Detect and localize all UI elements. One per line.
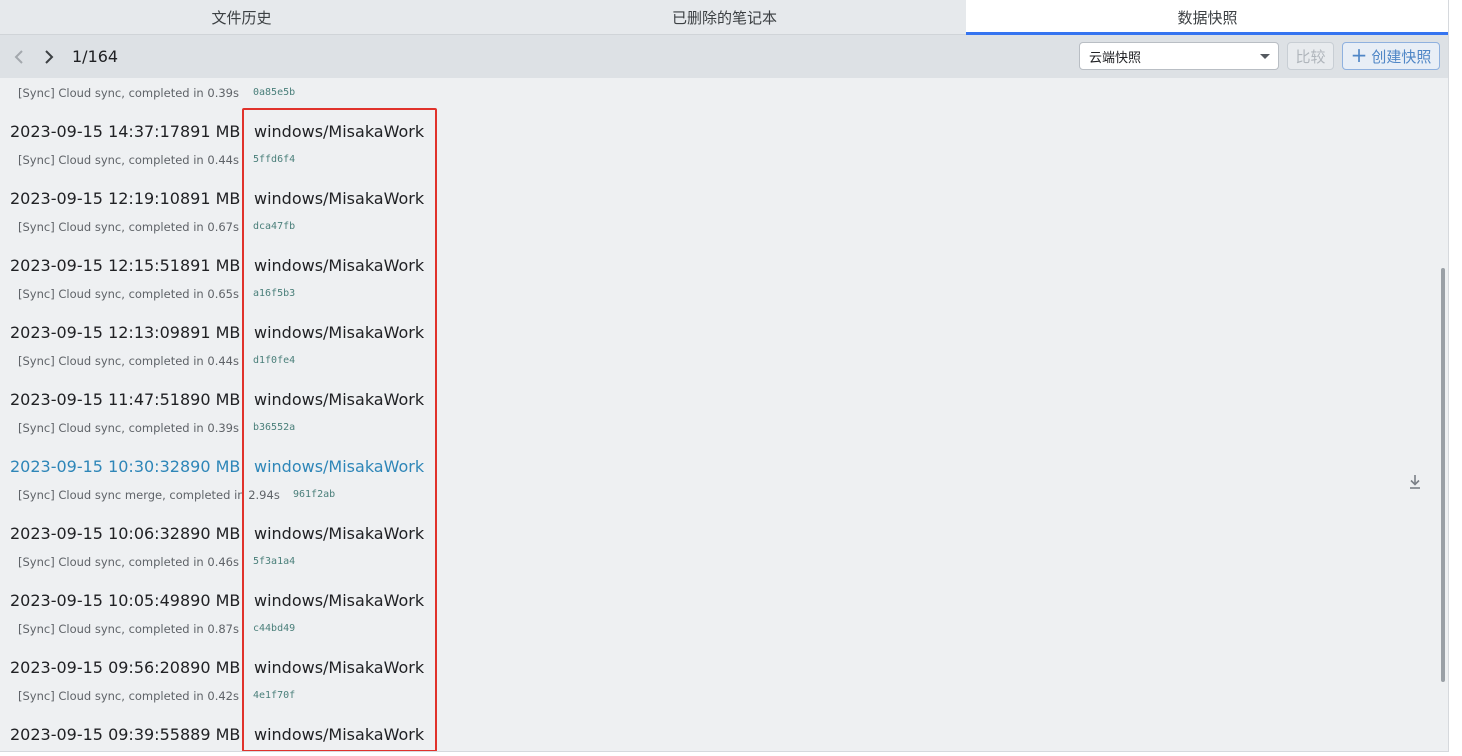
plus-icon: +: [1350, 43, 1368, 67]
snapshot-size: 891 MB: [180, 189, 241, 208]
snapshot-path: windows/MisakaWork: [254, 457, 425, 476]
snapshot-hash: 4e1f70f: [253, 690, 296, 701]
snapshot-hash: a16f5b3: [253, 288, 296, 299]
snapshot-memo: [Sync] Cloud sync, completed in 0.42s: [18, 689, 239, 703]
snapshot-memo: [Sync] Cloud sync, completed in 0.65s: [18, 287, 239, 301]
snapshot-hash: 5ffd6f4: [253, 154, 296, 165]
caret-down-icon: [1260, 54, 1270, 59]
snapshot-memo: [Sync] Cloud sync, completed in 0.67s: [18, 220, 239, 234]
snapshot-path: windows/MisakaWork: [254, 122, 425, 141]
toolbar: 1/164 云端快照 比较 + 创建快照: [0, 35, 1448, 78]
snapshot-size: 890 MB: [180, 591, 241, 610]
snapshot-date: 2023-09-15 09:39:55: [10, 725, 180, 744]
snapshot-hash: c44bd49: [253, 623, 296, 634]
snapshot-size: 890 MB: [180, 658, 241, 677]
snapshot-path: windows/MisakaWork: [254, 256, 425, 275]
snapshot-hash: dca47fb: [253, 221, 296, 232]
snapshot-date: 2023-09-15 10:30:32: [10, 457, 180, 476]
snapshot-memo: [Sync] Cloud sync, completed in 0.44s: [18, 354, 239, 368]
snapshot-date: 2023-09-15 14:37:17: [10, 122, 180, 141]
snapshot-memo: [Sync] Cloud sync merge, completed in 2.…: [18, 488, 280, 502]
snapshot-date: 2023-09-15 10:05:49: [10, 591, 180, 610]
snapshot-hash: d1f0fe4: [253, 355, 296, 366]
chevron-left-icon: [14, 49, 23, 64]
snapshot-memo: [Sync] Cloud sync, completed in 0.39s: [18, 421, 239, 435]
snapshot-hash: 961f2ab: [293, 489, 336, 500]
scrollbar-thumb[interactable]: [1441, 268, 1445, 682]
snapshot-hash: 5f3a1a4: [253, 556, 296, 567]
snapshot-size: 890 MB: [180, 457, 241, 476]
snapshot-date: 2023-09-15 12:15:51: [10, 256, 180, 275]
snapshot-date: 2023-09-15 11:47:51: [10, 390, 180, 409]
tab-data-snapshots[interactable]: 数据快照: [966, 0, 1448, 35]
snapshot-memo: [Sync] Cloud sync, completed in 0.44s: [18, 153, 239, 167]
snapshot-window: 文件历史 已删除的笔记本 数据快照 1/164 云端快照 比较 + 创建快照 […: [0, 0, 1449, 752]
snapshot-date: 2023-09-15 10:06:32: [10, 524, 180, 543]
snapshot-size: 889 MB: [180, 725, 241, 744]
snapshot-path: windows/MisakaWork: [254, 189, 425, 208]
snapshot-hash: b36552a: [253, 422, 296, 433]
tab-deleted-notebooks[interactable]: 已删除的笔记本: [483, 0, 966, 34]
repo-select-value: 云端快照: [1089, 50, 1142, 66]
create-snapshot-button[interactable]: + 创建快照: [1342, 42, 1440, 70]
prev-page-button[interactable]: [4, 42, 34, 72]
snapshot-size: 891 MB: [180, 256, 241, 275]
snapshot-date: 2023-09-15 12:19:10: [10, 189, 180, 208]
snapshot-date: 2023-09-15 12:13:09: [10, 323, 180, 342]
next-page-button[interactable]: [34, 42, 64, 72]
download-icon[interactable]: [1406, 473, 1424, 491]
snapshot-path: windows/MisakaWork: [254, 658, 425, 677]
snapshot-size: 891 MB: [180, 323, 241, 342]
repo-select[interactable]: 云端快照: [1079, 42, 1279, 70]
snapshot-path: windows/MisakaWork: [254, 390, 425, 409]
snapshot-hash: 0a85e5b: [253, 87, 296, 98]
snapshot-memo: [Sync] Cloud sync, completed in 0.46s: [18, 555, 239, 569]
snapshot-path: windows/MisakaWork: [254, 323, 425, 342]
compare-button-label: 比较: [1295, 47, 1326, 66]
snapshot-list: [Sync] Cloud sync, completed in 0.39s 0a…: [0, 78, 1440, 751]
snapshot-size: 891 MB: [180, 122, 241, 141]
snapshot-memo: [Sync] Cloud sync, completed in 0.87s: [18, 622, 239, 636]
tab-file-history[interactable]: 文件历史: [0, 0, 483, 34]
snapshot-path: windows/MisakaWork: [254, 591, 425, 610]
snapshot-path: windows/MisakaWork: [254, 524, 425, 543]
page-indicator: 1/164: [72, 47, 119, 66]
snapshot-size: 890 MB: [180, 524, 241, 543]
snapshot-memo: [Sync] Cloud sync, completed in 0.39s: [18, 86, 239, 100]
create-snapshot-label: 创建快照: [1371, 47, 1432, 66]
snapshot-size: 890 MB: [180, 390, 241, 409]
snapshot-path: windows/MisakaWork: [254, 725, 425, 744]
compare-button[interactable]: 比较: [1287, 42, 1334, 70]
snapshot-date: 2023-09-15 09:56:20: [10, 658, 180, 677]
tab-bar: 文件历史 已删除的笔记本 数据快照: [0, 0, 1448, 35]
chevron-right-icon: [45, 49, 54, 64]
